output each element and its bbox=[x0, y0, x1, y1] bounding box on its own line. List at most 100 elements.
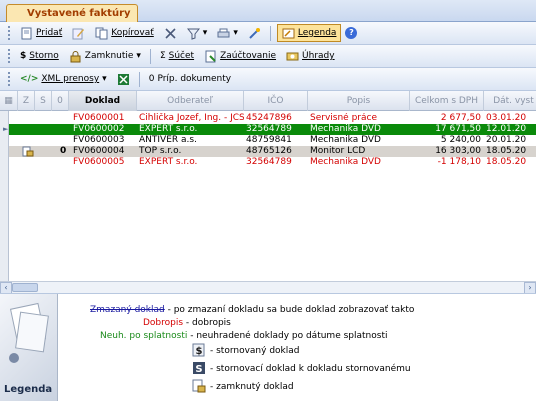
column-header-datum[interactable]: Dát. vyst bbox=[484, 91, 536, 111]
cell-popis[interactable]: Mechanika DVD bbox=[308, 124, 410, 135]
cell-datum[interactable]: 18.05.20 bbox=[484, 157, 536, 168]
chevron-down-icon: ▾ bbox=[233, 28, 238, 38]
cell-celkom[interactable]: 2 677,50 bbox=[410, 113, 484, 124]
lock-button[interactable]: Zamknutie ▾ bbox=[66, 47, 144, 65]
cell-popis[interactable]: Servisné práce bbox=[308, 113, 410, 124]
cell-doklad[interactable]: FV0600004 bbox=[71, 146, 137, 157]
legend-overdue-text: - neuhradené doklady po dátume splatnost… bbox=[187, 331, 388, 341]
legend-button[interactable]: Legenda bbox=[276, 24, 342, 42]
payments-button[interactable]: Úhrady bbox=[283, 47, 338, 65]
cell-datum[interactable]: 20.01.20 bbox=[484, 135, 536, 146]
scroll-thumb[interactable] bbox=[12, 283, 38, 292]
edit-button[interactable] bbox=[69, 24, 88, 42]
tab-bar: Vystavené faktúry bbox=[0, 0, 536, 23]
chevron-down-icon: ▾ bbox=[136, 51, 141, 61]
table-row[interactable]: FV0600005 EXPERT s.r.o. 32564789 Mechanika … bbox=[0, 157, 536, 168]
cell-odberatel[interactable]: Cihlička Jozef, Ing. - JCSOFT bbox=[137, 113, 244, 124]
column-header-attach[interactable]: 0 bbox=[52, 91, 69, 111]
xml-button[interactable]: </> XML prenosy ▾ bbox=[17, 70, 110, 88]
filter-icon bbox=[186, 28, 200, 40]
column-header-celkom[interactable]: Celkom s DPH bbox=[410, 91, 484, 111]
cell-odberatel[interactable]: EXPERT s.r.o. bbox=[137, 157, 244, 168]
column-header-odberatel[interactable]: Odberateľ bbox=[137, 91, 244, 111]
cell-celkom[interactable]: 5 240,00 bbox=[410, 135, 484, 146]
wand-icon bbox=[249, 27, 260, 39]
cell-popis[interactable]: Mechanika DVD bbox=[308, 135, 410, 146]
legend-locked-text: - zamknutý doklad bbox=[210, 382, 294, 392]
cell-datum[interactable]: 12.01.20 bbox=[484, 124, 536, 135]
post-button[interactable]: Zaúčtovanie bbox=[201, 47, 279, 65]
column-header-z[interactable]: Z bbox=[18, 91, 35, 111]
add-button[interactable]: Pridať bbox=[17, 24, 65, 42]
column-chooser-icon[interactable]: ▦ bbox=[0, 91, 18, 111]
toolbar-documents: </> XML prenosy ▾ 0 Príp. dokumenty bbox=[0, 68, 536, 91]
storno-icon: $ bbox=[192, 343, 205, 357]
cell-ico[interactable]: 48765126 bbox=[244, 146, 308, 157]
cell-datum[interactable]: 03.01.20 bbox=[484, 113, 536, 124]
cell-ico[interactable]: 32564789 bbox=[244, 157, 308, 168]
cell-popis[interactable]: Mechanika DVD bbox=[308, 157, 410, 168]
toolbar-grip[interactable] bbox=[8, 26, 11, 40]
legend-icon bbox=[282, 28, 295, 38]
legend-cancelled-text: - stornovaný doklad bbox=[210, 346, 300, 356]
legend-cancelling-text: - stornovací doklad k dokladu stornované… bbox=[210, 364, 411, 374]
column-header-s[interactable]: S bbox=[35, 91, 52, 111]
table-row[interactable]: FV0600001Cihlička Jozef, Ing. - JCSOFT45… bbox=[0, 113, 536, 124]
storno-document-icon: S bbox=[193, 362, 205, 375]
tab-vystavene-faktury[interactable]: Vystavené faktúry bbox=[6, 4, 138, 23]
toolbar-separator bbox=[149, 48, 151, 64]
sigma-icon: Σ bbox=[159, 51, 166, 61]
table-row[interactable]: FV0600002 EXPERT s.r.o. 32564789 Mechanika … bbox=[0, 124, 536, 135]
chevron-down-icon: ▾ bbox=[102, 74, 107, 84]
cell-doklad[interactable]: FV0600003 bbox=[71, 135, 137, 146]
cell-celkom[interactable]: -1 178,10 bbox=[410, 157, 484, 168]
print-button[interactable]: ▾ bbox=[214, 24, 241, 42]
print-icon bbox=[217, 28, 230, 37]
toolbar-grip[interactable] bbox=[8, 72, 11, 86]
storno-icon: $ bbox=[20, 51, 27, 61]
locked-document-icon bbox=[20, 146, 34, 157]
horizontal-scrollbar[interactable]: ‹ › bbox=[0, 281, 536, 294]
xml-icon: </> bbox=[20, 74, 39, 84]
excel-button[interactable] bbox=[114, 70, 133, 88]
sum-button[interactable]: Σ Súčet bbox=[157, 47, 197, 65]
legend-credit-line: Dobropis - dobropis bbox=[143, 318, 231, 328]
post-icon bbox=[205, 50, 216, 62]
cell-odberatel[interactable]: EXPERT s.r.o. bbox=[137, 124, 244, 135]
cell-odberatel[interactable]: ANTIVER a.s. bbox=[137, 135, 244, 146]
legend-deleted-text: - po zmazaní dokladu sa bude doklad zobr… bbox=[164, 305, 415, 315]
cell-celkom[interactable]: 17 671,50 bbox=[410, 124, 484, 135]
table-row[interactable]: FV0600003 ANTIVER a.s. 48759841 Mechanika D… bbox=[0, 135, 536, 146]
cell-datum[interactable]: 18.05.20 bbox=[484, 146, 536, 157]
toolbar-main: Pridať Kopírovať ▾ ▾ Legenda ? bbox=[0, 22, 536, 45]
cell-popis[interactable]: Monitor LCD bbox=[308, 146, 410, 157]
tools-button[interactable] bbox=[245, 24, 264, 42]
toolbar-separator bbox=[269, 25, 271, 41]
column-header-ico[interactable]: IČO bbox=[244, 91, 308, 111]
toolbar-grip[interactable] bbox=[8, 49, 11, 63]
delete-button[interactable] bbox=[161, 24, 180, 42]
copy-button[interactable]: Kopírovať bbox=[92, 24, 157, 42]
cell-doklad[interactable]: FV0600001 bbox=[71, 113, 137, 124]
legend-banner-icon bbox=[9, 302, 49, 363]
column-header-popis[interactable]: Popis bbox=[308, 91, 410, 111]
cell-doklad[interactable]: FV0600005 bbox=[71, 157, 137, 168]
storno-button[interactable]: $ Storno bbox=[17, 47, 62, 65]
toolbar-separator bbox=[138, 71, 140, 87]
cell-ico[interactable]: 32564789 bbox=[244, 124, 308, 135]
cell-celkom[interactable]: 16 303,00 bbox=[410, 146, 484, 157]
cell-odberatel[interactable]: TOP s.r.o. bbox=[137, 146, 244, 157]
legend-deleted-key: Zmazaný doklad bbox=[90, 305, 165, 315]
attachments-button[interactable]: 0 Príp. dokumenty bbox=[146, 70, 234, 88]
legend-credit-key: Dobropis bbox=[143, 318, 184, 328]
help-icon[interactable]: ? bbox=[345, 27, 358, 39]
column-header-doklad[interactable]: Doklad bbox=[69, 91, 137, 111]
cell-ico[interactable]: 45247896 bbox=[244, 113, 308, 124]
invoice-grid: ▦ Z S 0 Doklad Odberateľ IČO Popis Celko… bbox=[0, 91, 536, 281]
chevron-down-icon: ▾ bbox=[202, 28, 208, 38]
cell-doklad[interactable]: FV0600002 bbox=[71, 124, 137, 135]
locked-document-icon bbox=[192, 379, 206, 393]
table-row[interactable]: FV0600004 TOP s.r.o. 48765126 Monitor LCD 16… bbox=[0, 146, 536, 157]
cell-ico[interactable]: 48759841 bbox=[244, 135, 308, 146]
filter-button[interactable]: ▾ bbox=[184, 24, 211, 42]
